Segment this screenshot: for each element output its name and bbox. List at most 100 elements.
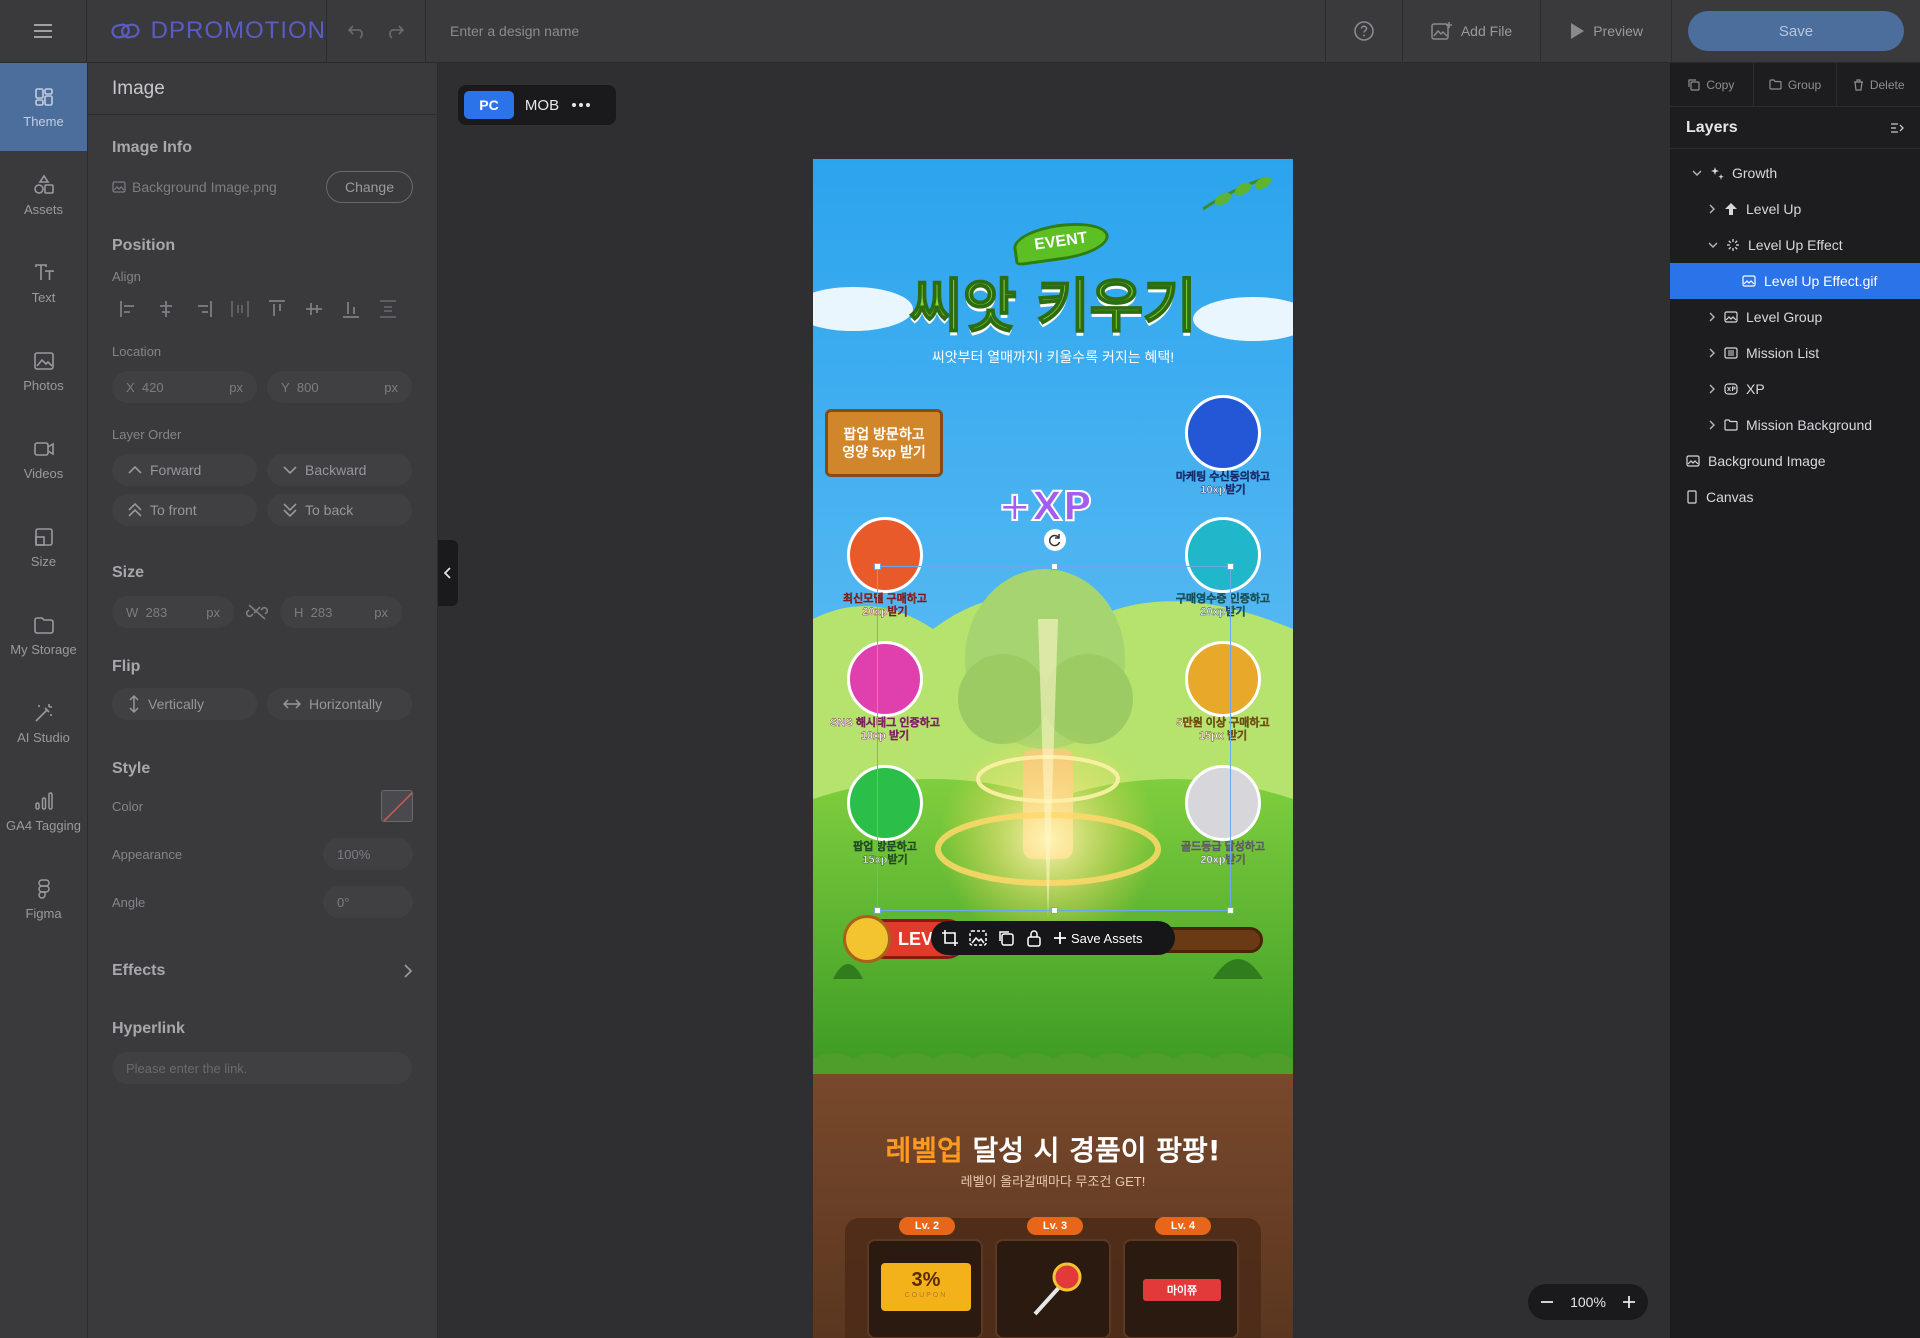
zoom-in-icon[interactable] [1622,1295,1636,1309]
artboard[interactable]: EVENT 씨앗 키우기 씨앗부터 열매까지! 키울수록 커지는 혜택! 팝업 … [813,159,1293,1338]
to-back-button[interactable]: To back [267,494,412,526]
image-info-title: Image Info [112,139,193,156]
layer-row-xp[interactable]: XP [1670,371,1920,407]
nav-text[interactable]: Text [0,239,87,327]
nav-figma[interactable]: Figma [0,855,87,943]
device-mob-button[interactable]: MOB [520,91,564,119]
double-chevron-up-icon [128,503,142,517]
hamburger-menu-button[interactable] [0,0,87,63]
forward-button[interactable]: Forward [112,454,257,486]
add-file-button[interactable]: Add File [1403,0,1540,63]
chevron-right-icon[interactable] [1708,348,1716,358]
flip-horizontal-button[interactable]: Horizontally [267,688,412,720]
copy-button[interactable]: Copy [1670,62,1754,107]
zoom-out-icon[interactable] [1540,1295,1554,1309]
to-front-button[interactable]: To front [112,494,257,526]
chevron-right-icon[interactable] [1708,384,1716,394]
align-left-icon[interactable] [118,298,140,320]
layer-row-mission-list[interactable]: Mission List [1670,335,1920,371]
resize-handle[interactable] [874,907,881,914]
undo-icon[interactable] [347,23,367,39]
chevron-right-icon[interactable] [1708,420,1716,430]
nav-photos[interactable]: Photos [0,327,87,415]
to-front-label: To front [150,502,197,518]
chevron-down-icon[interactable] [1692,169,1702,177]
chevron-right-icon[interactable] [1708,312,1716,322]
mission-item[interactable]: 마케팅 수신동의하고 10xp받기 [1163,395,1283,497]
nav-ga4-tagging[interactable]: GA4 Tagging [0,767,87,855]
resize-handle[interactable] [874,563,881,570]
design-name-input[interactable]: Enter a design name [426,23,1325,39]
align-right-icon[interactable] [192,298,214,320]
resize-handle[interactable] [1051,907,1058,914]
layers-header: Layers [1670,107,1920,149]
chevron-down-icon[interactable] [1708,241,1718,249]
reward-card[interactable]: Lv. 2 3% COUPON [867,1217,983,1338]
width-input[interactable]: W 283 px [112,596,234,628]
reward-card[interactable]: Lv. 4 마이쮸 [1123,1217,1239,1338]
rotate-handle[interactable] [1044,529,1066,551]
backward-button[interactable]: Backward [267,454,412,486]
theme-icon [34,87,53,106]
unlink-ratio-icon[interactable] [244,601,270,623]
level-label: LEV [898,928,934,949]
group-button[interactable]: Group [1754,62,1838,107]
collapse-layers-icon[interactable] [1890,122,1904,134]
nav-my-storage[interactable]: My Storage [0,591,87,679]
change-image-button[interactable]: Change [325,171,413,203]
align-bottom-icon[interactable] [340,298,362,320]
flip-vertical-button[interactable]: Vertically [112,688,257,720]
logo[interactable]: DPROMOTION [87,0,327,63]
nav-videos[interactable]: Videos [0,415,87,503]
preview-button[interactable]: Preview [1541,0,1671,63]
nav-assets[interactable]: Assets [0,151,87,239]
popup-mission-card[interactable]: 팝업 방문하고 영양 5xp 받기 [825,409,943,477]
layer-row-level-group[interactable]: Level Group [1670,299,1920,335]
effects-row[interactable]: Effects [88,962,437,980]
nav-ai-studio[interactable]: AI Studio [0,679,87,767]
reward-card[interactable]: Lv. 3 [995,1217,1111,1338]
layer-row-level-up[interactable]: Level Up [1670,191,1920,227]
color-swatch[interactable] [381,790,413,822]
layer-label: Mission Background [1746,417,1873,433]
layer-row-growth[interactable]: Growth [1670,155,1920,191]
align-top-icon[interactable] [266,298,288,320]
chevron-right-icon[interactable] [1708,204,1716,214]
help-button[interactable] [1326,0,1402,63]
hyperlink-input[interactable]: Please enter the link. [112,1052,412,1084]
preview-label: Preview [1593,23,1643,39]
align-center-vertical-icon[interactable] [303,298,325,320]
layer-row-level-up-effect-gif[interactable]: Level Up Effect.gif [1670,263,1920,299]
y-input[interactable]: Y 800 px [267,371,412,403]
duplicate-icon[interactable] [997,929,1015,947]
layer-row-level-up-effect[interactable]: Level Up Effect [1670,227,1920,263]
angle-input[interactable]: 0° [323,886,413,918]
distribute-vertical-icon[interactable] [377,298,399,320]
x-input[interactable]: X 420 px [112,371,257,403]
delete-button[interactable]: Delete [1837,63,1920,107]
device-pc-button[interactable]: PC [464,91,514,119]
reward-title-rest: 달성 시 경품이 팡팡! [962,1134,1221,1167]
selection-box[interactable] [874,529,1234,914]
resize-handle[interactable] [1051,563,1058,570]
crop-icon[interactable] [941,929,959,947]
distribute-horizontal-icon[interactable] [229,298,251,320]
appearance-input[interactable]: 100% [323,838,413,870]
align-center-horizontal-icon[interactable] [155,298,177,320]
resize-handle[interactable] [1227,563,1234,570]
save-button[interactable]: Save [1688,11,1904,51]
remove-background-icon[interactable] [969,929,987,947]
lock-icon[interactable] [1025,929,1043,947]
save-assets-button[interactable]: Save Assets [1053,931,1143,946]
angle-value: 0° [337,894,350,910]
layer-row-background-image[interactable]: Background Image [1670,443,1920,479]
collapse-panel-button[interactable] [438,540,458,606]
more-icon[interactable] [570,101,592,109]
resize-handle[interactable] [1227,907,1234,914]
nav-theme[interactable]: Theme [0,63,87,151]
redo-icon[interactable] [385,23,405,39]
layer-row-mission-background[interactable]: Mission Background [1670,407,1920,443]
nav-size[interactable]: Size [0,503,87,591]
layer-row-canvas[interactable]: Canvas [1670,479,1920,515]
height-input[interactable]: H 283 px [280,596,402,628]
